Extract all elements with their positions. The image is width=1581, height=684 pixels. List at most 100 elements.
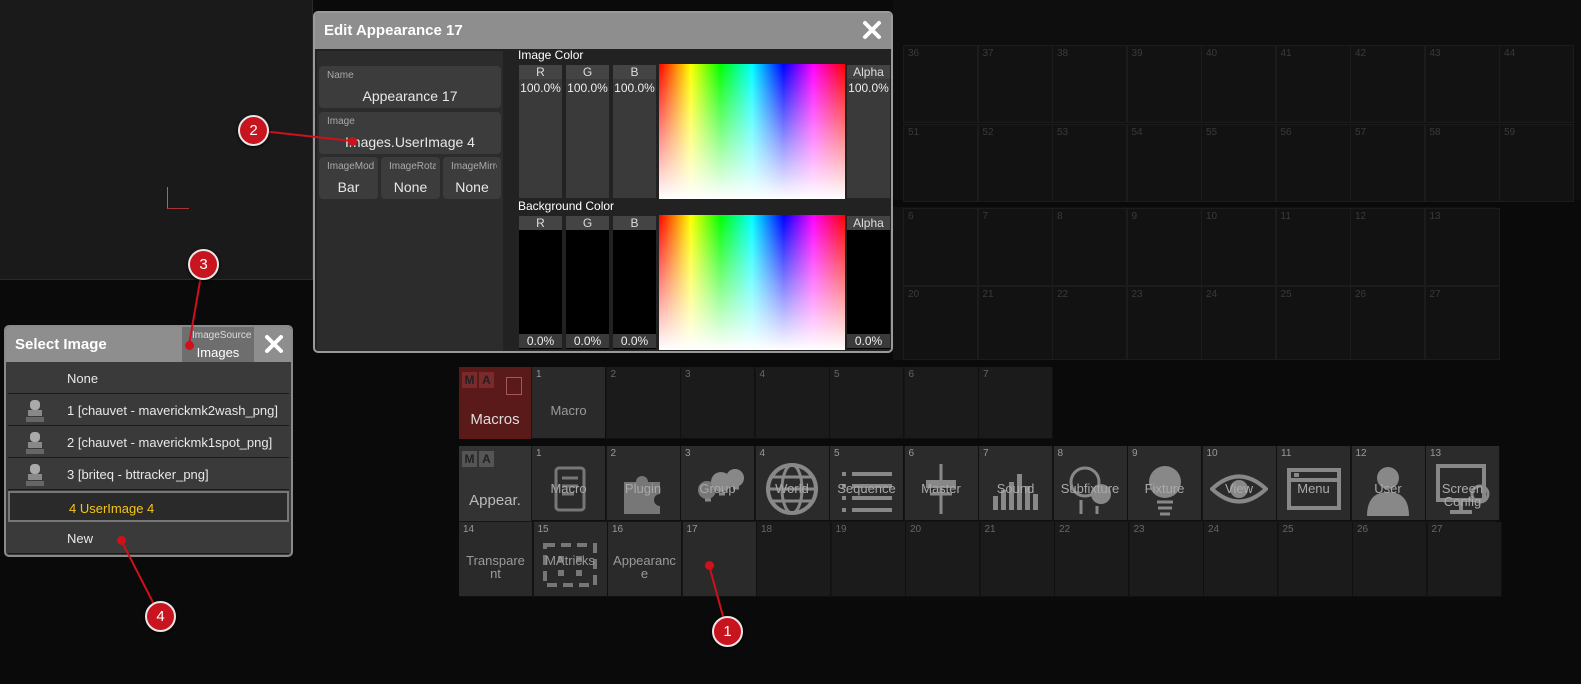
- g-label: G: [566, 65, 609, 79]
- bg-color-r-slider[interactable]: R 0.0%: [518, 215, 563, 350]
- appearance-cell[interactable]: 25: [1278, 522, 1353, 597]
- appearance-cell[interactable]: 12 User: [1351, 446, 1426, 521]
- grid-cell: 43: [1424, 45, 1500, 123]
- appearance-cell[interactable]: 4 World: [755, 446, 830, 521]
- cell-label: Screen Config: [1441, 481, 1484, 509]
- close-icon[interactable]: [861, 19, 883, 41]
- image-list-item[interactable]: 4 UserImage 4: [8, 491, 289, 522]
- macro-cell[interactable]: 2: [606, 367, 681, 439]
- image-mode-field[interactable]: ImageMod Bar: [319, 157, 378, 199]
- image-mode-label: ImageMod: [327, 161, 374, 172]
- macros-book-icon: [506, 377, 522, 395]
- cell-number: 6: [908, 369, 915, 380]
- appearance-cell[interactable]: 22: [1055, 522, 1129, 597]
- appearance-cell[interactable]: 8 Subfixture: [1053, 446, 1128, 521]
- grid-cell: 37: [977, 45, 1053, 123]
- appearance-cell[interactable]: 20: [906, 522, 980, 597]
- cell-label: Sound: [996, 481, 1035, 496]
- image-list-item[interactable]: New: [8, 523, 289, 554]
- macro-cell[interactable]: 5: [830, 367, 904, 439]
- grid-cell: 13: [1424, 208, 1500, 286]
- bg-color-g-slider[interactable]: G 0.0%: [565, 215, 610, 350]
- cell-number: 27: [1431, 524, 1443, 535]
- g-value: 0.0%: [566, 334, 609, 348]
- image-list-item-label: 3 [briteq - bttracker_png]: [67, 467, 209, 482]
- cell-number: 1: [536, 369, 542, 380]
- appearance-cell[interactable]: 11 Menu: [1277, 446, 1351, 521]
- macro-cell[interactable]: 1 Macro: [532, 367, 606, 439]
- b-label: B: [613, 65, 656, 79]
- image-list-item[interactable]: 2 [chauvet - maverickmk1spot_png]: [8, 427, 289, 458]
- appearance-cell[interactable]: 18: [757, 522, 831, 597]
- name-field[interactable]: Name Appearance 17: [319, 66, 501, 108]
- bg-color-alpha-slider[interactable]: Alpha 0.0%: [846, 215, 891, 350]
- cell-number: 3: [685, 369, 691, 380]
- viewport-3d[interactable]: [0, 0, 313, 280]
- select-dialog-titlebar[interactable]: Select Image ImageSource Images: [6, 327, 291, 362]
- appearance-cell[interactable]: 5 Sequence: [830, 446, 904, 521]
- appearance-cell[interactable]: 17: [682, 522, 757, 597]
- appearance-cell[interactable]: 14 Transparent: [459, 522, 533, 597]
- macro-cell[interactable]: 7: [979, 367, 1053, 439]
- image-list-item-label: New: [67, 531, 94, 546]
- appearance-cell[interactable]: 3 Group: [681, 446, 755, 521]
- cell-label: User: [1374, 481, 1402, 496]
- grid-cell: 36: [903, 45, 978, 123]
- image-rotation-field[interactable]: ImageRota None: [381, 157, 440, 199]
- image-color-g-slider[interactable]: G 100.0%: [565, 64, 610, 199]
- cell-label: Macro: [550, 481, 587, 496]
- appearance-cell[interactable]: 23: [1129, 522, 1204, 597]
- bg-color-b-slider[interactable]: B 0.0%: [612, 215, 657, 350]
- appearance-cell[interactable]: 15 MAtricks: [533, 522, 608, 597]
- edit-dialog-titlebar[interactable]: Edit Appearance 17: [315, 13, 891, 49]
- annotation-marker: 3: [188, 249, 219, 280]
- appearance-cell[interactable]: 26: [1353, 522, 1427, 597]
- background-color-title: Background Color: [518, 199, 615, 213]
- macro-cell[interactable]: 6: [904, 367, 979, 439]
- image-list-item[interactable]: 3 [briteq - bttracker_png]: [8, 459, 289, 490]
- image-color-b-slider[interactable]: B 100.0%: [612, 64, 657, 199]
- b-value: 0.0%: [613, 334, 656, 348]
- appearance-cell[interactable]: 10 View: [1202, 446, 1277, 521]
- appearance-cell[interactable]: 7 Sound: [979, 446, 1053, 521]
- appearance-cell[interactable]: 13 Screen Config: [1426, 446, 1500, 521]
- cell-number: 19: [835, 524, 847, 535]
- image-list-item[interactable]: None: [8, 363, 289, 394]
- grid-cell: 11: [1275, 208, 1351, 286]
- select-dialog-title: Select Image: [15, 336, 107, 353]
- ma-logo-icon: M A: [462, 372, 494, 388]
- appearance-cell[interactable]: 1 Macro: [532, 446, 606, 521]
- cell-number: 5: [834, 448, 840, 459]
- appearance-cell[interactable]: 6 Master: [904, 446, 979, 521]
- close-icon[interactable]: [263, 333, 285, 355]
- ma-letter-a: A: [479, 451, 494, 467]
- image-color-r-slider[interactable]: R 100.0%: [518, 64, 563, 199]
- background-color-spectrum[interactable]: [659, 215, 845, 350]
- appearance-pool-title[interactable]: M A Appear.: [459, 446, 531, 521]
- appearance-cell[interactable]: 9 Fixture: [1128, 446, 1202, 521]
- image-list-item[interactable]: 1 [chauvet - maverickmk2wash_png]: [8, 395, 289, 426]
- ma-letter-m: M: [462, 451, 477, 467]
- appearance-cell[interactable]: 24: [1204, 522, 1278, 597]
- appearance-cell[interactable]: 19: [831, 522, 906, 597]
- image-color-alpha-slider[interactable]: Alpha 100.0%: [846, 64, 891, 199]
- alpha-value: 100.0%: [848, 81, 889, 95]
- image-field[interactable]: Image Images.UserImage 4: [319, 112, 501, 154]
- grid-cell: 12: [1350, 208, 1425, 286]
- macros-pool-title[interactable]: M A Macros: [459, 367, 531, 439]
- image-color-spectrum[interactable]: [659, 64, 845, 199]
- r-value: 100.0%: [520, 81, 561, 95]
- appearance-cell[interactable]: 2 Plugin: [606, 446, 681, 521]
- appearance-cell[interactable]: 27: [1427, 522, 1502, 597]
- grid-cell: 51: [903, 124, 978, 202]
- macro-cell[interactable]: 3: [681, 367, 755, 439]
- b-value: 100.0%: [614, 81, 655, 95]
- image-mirror-field[interactable]: ImageMirro None: [443, 157, 501, 199]
- appearance-cell[interactable]: 16 Appearance: [608, 522, 682, 597]
- appearance-cell[interactable]: 21: [980, 522, 1055, 597]
- image-list-item-label: 4 UserImage 4: [69, 501, 155, 516]
- image-list-item-label: None: [67, 371, 99, 386]
- appearance-title: Appear.: [469, 492, 521, 509]
- macro-cell[interactable]: 4: [755, 367, 830, 439]
- cell-label: Group: [699, 481, 736, 496]
